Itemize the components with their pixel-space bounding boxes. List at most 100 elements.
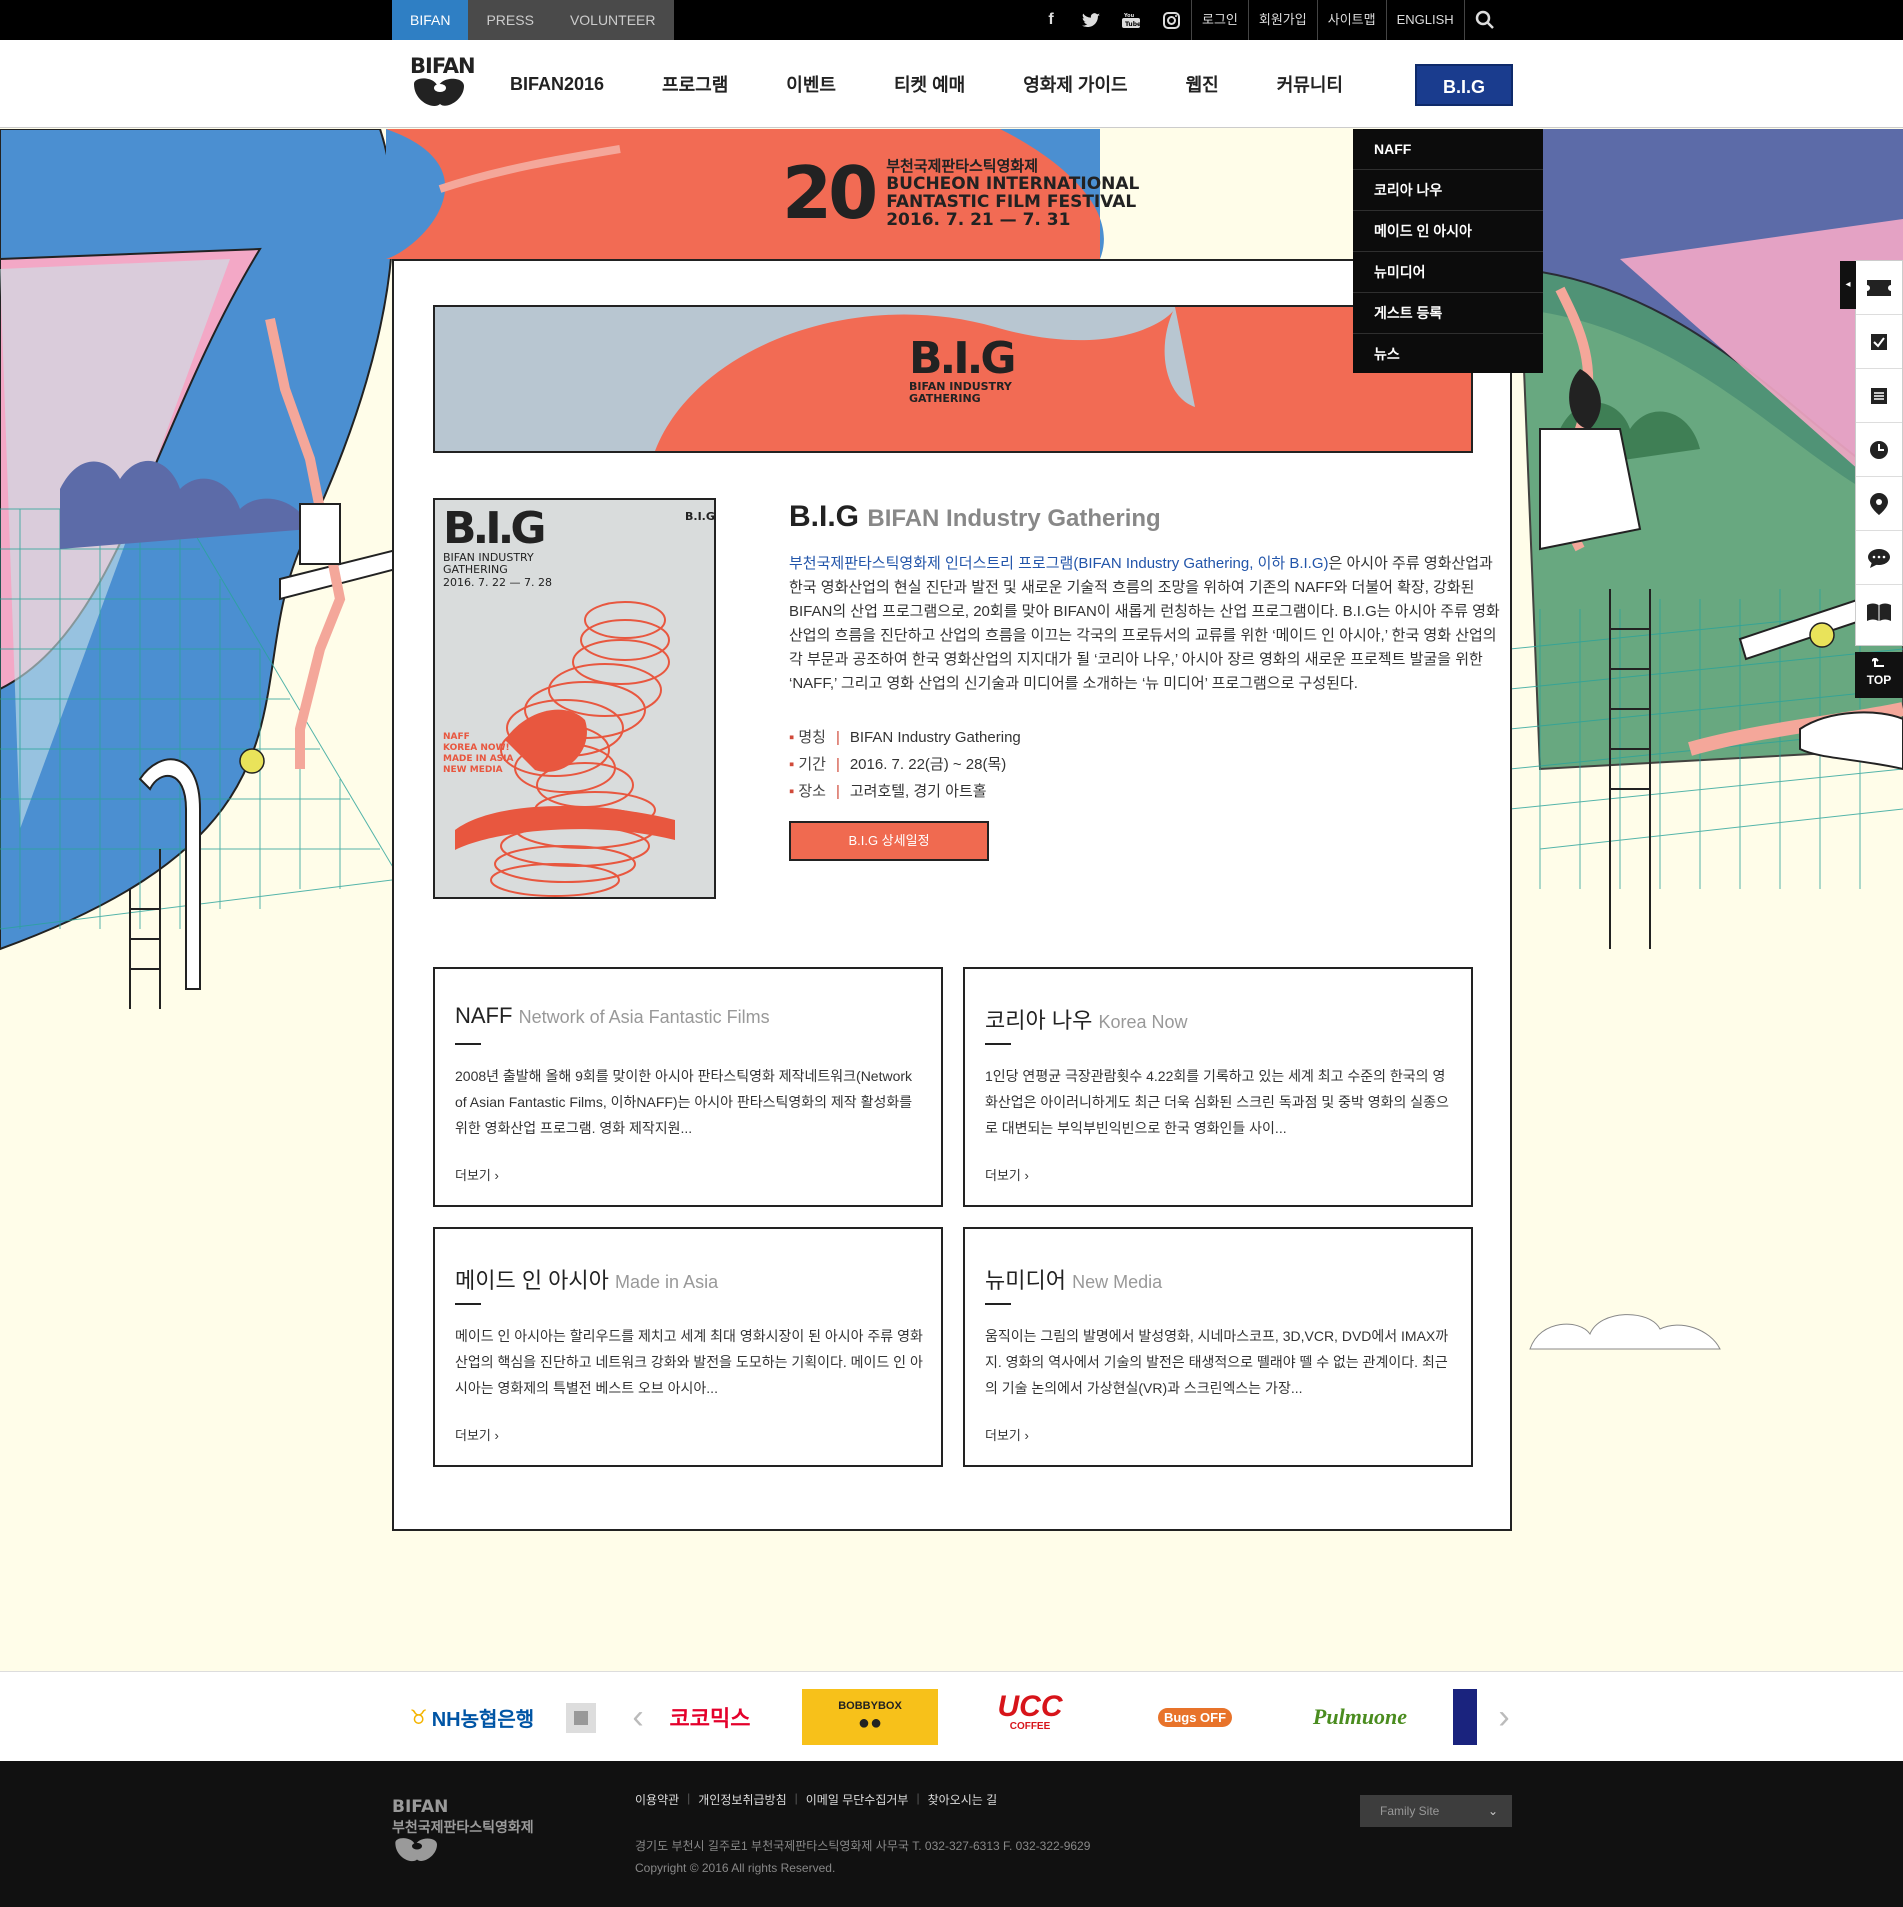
directions-link[interactable]: 찾아오시는 길 [928, 1791, 998, 1808]
card-description: 2008년 출발해 올해 9회를 맞이한 아시아 판타스틱영화 제작네트워크(N… [455, 1068, 913, 1136]
festival-date: 2016. 7. 21 — 7. 31 [886, 210, 1071, 230]
terms-link[interactable]: 이용약관 [635, 1791, 679, 1808]
logo-mark-icon [414, 78, 464, 106]
main-content: B.I.G BIFAN INDUSTRY GATHERING B.I.G BIF… [392, 259, 1512, 1531]
search-icon[interactable] [1463, 0, 1506, 40]
intro-text: B.I.G BIFAN Industry Gathering 부천국제판타스틱영… [789, 498, 1509, 861]
intro-heading: B.I.G BIFAN Industry Gathering [789, 500, 1509, 534]
festival-name-ko: 부천국제판타스틱영화제 [886, 157, 1039, 175]
submenu-made-in-asia[interactable]: 메이드 인 아시아 [1353, 211, 1543, 252]
nav-webzine[interactable]: 웹진 [1186, 71, 1219, 97]
more-label: 더보기 [455, 1428, 491, 1443]
more-label: 더보기 [455, 1168, 491, 1183]
festival-name-en1: BUCHEON INTERNATIONAL [886, 174, 1140, 194]
banner-logo: B.I.G [909, 333, 1016, 384]
meta-key: 명칭 [798, 729, 826, 746]
more-link[interactable]: 더보기 › [455, 1165, 499, 1184]
tab-press[interactable]: PRESS [468, 0, 552, 40]
intro-title: B.I.G [789, 500, 860, 533]
schedule-button[interactable]: B.I.G 상세일정 [789, 821, 989, 861]
card-title: 코리아 나우 Korea Now [985, 1003, 1188, 1035]
email-policy-link[interactable]: 이메일 무단수집거부 [806, 1791, 909, 1808]
arrow-up-icon [1871, 656, 1884, 667]
partner-ucc[interactable]: UCC COFFEE [980, 1689, 1080, 1745]
bobbybox-mark-icon: ●● [857, 1711, 883, 1734]
partner-bugsoff[interactable]: Bugs OFF [1140, 1689, 1250, 1745]
submenu-korea-now[interactable]: 코리아 나우 [1353, 170, 1543, 211]
poster-list-item: NAFF [443, 732, 470, 742]
signup-link[interactable]: 회원가입 [1247, 0, 1317, 40]
book-icon[interactable] [1856, 585, 1902, 639]
nav-guide[interactable]: 영화제 가이드 [1023, 71, 1127, 97]
card-title-en: Korea Now [1098, 1012, 1188, 1032]
chevron-right-icon: › [494, 1168, 499, 1183]
svg-text:You: You [1123, 13, 1135, 19]
more-link[interactable]: 더보기 › [985, 1425, 1029, 1444]
nav-community[interactable]: 커뮤니티 [1277, 71, 1343, 97]
more-link[interactable]: 더보기 › [455, 1425, 499, 1444]
card-title-en: New Media [1072, 1272, 1163, 1292]
facebook-icon[interactable]: f [1031, 0, 1071, 40]
submenu-naff[interactable]: NAFF [1353, 129, 1543, 170]
submenu-guest-register[interactable]: 게스트 등록 [1353, 293, 1543, 334]
copyright-text: Copyright © 2016 All rights Reserved. [635, 1861, 836, 1875]
bifan-logo[interactable]: BIFAN [410, 54, 476, 116]
partner-name: BOBBYBOX [838, 1699, 902, 1712]
more-link[interactable]: 더보기 › [985, 1165, 1029, 1184]
sitemap-link[interactable]: 사이트맵 [1316, 0, 1386, 40]
partner-pulmuone[interactable]: Pulmuone [1300, 1689, 1420, 1745]
tab-volunteer[interactable]: VOLUNTEER [551, 0, 674, 40]
intro-meta: ▪ 명칭 | BIFAN Industry Gathering ▪ 기간 | 2016. 7… [789, 724, 1509, 805]
list-icon[interactable] [1856, 369, 1902, 423]
meta-row-venue: ▪ 장소 | 고려호텔, 경기 아트홀 [789, 783, 987, 800]
festival-name-en2: FANTASTIC FILM FESTIVAL [886, 192, 1137, 212]
instagram-icon[interactable] [1151, 0, 1191, 40]
nav-bifan2016[interactable]: BIFAN2016 [510, 74, 604, 95]
location-icon[interactable] [1856, 477, 1902, 531]
logo-text: BIFAN [410, 54, 476, 78]
utility-bar: BIFAN PRESS VOLUNTEER f You Tube 로그인 회원가입… [0, 0, 1903, 40]
card-divider [455, 1303, 481, 1305]
login-link[interactable]: 로그인 [1191, 0, 1248, 40]
back-to-top-button[interactable]: TOP [1855, 652, 1903, 698]
partner-cocomics[interactable]: 코코믹스 [660, 1689, 760, 1745]
nav-program[interactable]: 프로그램 [662, 71, 728, 97]
card-divider [985, 1303, 1011, 1305]
poster-list-item: KOREA NOW! [443, 743, 510, 753]
submenu-new-media[interactable]: 뉴미디어 [1353, 252, 1543, 293]
partner-nh[interactable]: ♉ NH농협은행 [392, 1689, 552, 1745]
nav-big[interactable]: B.I.G [1415, 64, 1513, 106]
chevron-right-icon[interactable]: › [1492, 1689, 1516, 1745]
family-site-select[interactable]: Family Site ⌄ [1360, 1795, 1512, 1827]
meta-key: 장소 [798, 783, 826, 800]
english-link[interactable]: ENGLISH [1385, 0, 1464, 40]
partner-name: UCC [997, 1690, 1063, 1723]
chevron-down-icon: ⌄ [1487, 1804, 1498, 1818]
submenu-news[interactable]: 뉴스 [1353, 334, 1543, 375]
chevron-right-icon: › [494, 1428, 499, 1443]
clock-icon[interactable] [1856, 423, 1902, 477]
partner-bobbybox[interactable]: BOBBYBOX ●● [802, 1689, 938, 1745]
ticket-icon[interactable] [1856, 261, 1902, 315]
check-icon[interactable] [1856, 315, 1902, 369]
chevron-left-icon[interactable]: ‹ [626, 1689, 650, 1745]
nav-ticket[interactable]: 티켓 예매 [894, 71, 965, 97]
privacy-link[interactable]: 개인정보취급방침 [698, 1791, 786, 1808]
nh-mark-icon: ♉ [409, 1706, 428, 1729]
card-new-media: 뉴미디어 New Media 움직이는 그림의 발명에서 발성영화, 시네마스코… [963, 1227, 1473, 1467]
banner-sub2: GATHERING [909, 392, 981, 405]
card-divider [985, 1043, 1011, 1045]
tab-bifan[interactable]: BIFAN [392, 0, 469, 40]
card-title: NAFF Network of Asia Fantastic Films [455, 1003, 770, 1029]
card-title-ko: NAFF [455, 1003, 513, 1028]
meta-value: 고려호텔, 경기 아트홀 [849, 783, 987, 800]
nav-event[interactable]: 이벤트 [786, 71, 836, 97]
partner-partial [1453, 1689, 1477, 1745]
youtube-icon[interactable]: You Tube [1111, 0, 1151, 40]
twitter-icon[interactable] [1071, 0, 1111, 40]
chevron-right-icon: › [1024, 1428, 1029, 1443]
chat-icon[interactable] [1856, 531, 1902, 585]
address-text: 경기도 부천시 길주로1 부천국제판타스틱영화제 사무국 T. 032-327-… [635, 1839, 1091, 1853]
main-nav: BIFAN2016 프로그램 이벤트 티켓 예매 영화제 가이드 웹진 커뮤니티… [510, 40, 1513, 128]
caret-left-icon[interactable]: ◂ [1840, 261, 1856, 309]
